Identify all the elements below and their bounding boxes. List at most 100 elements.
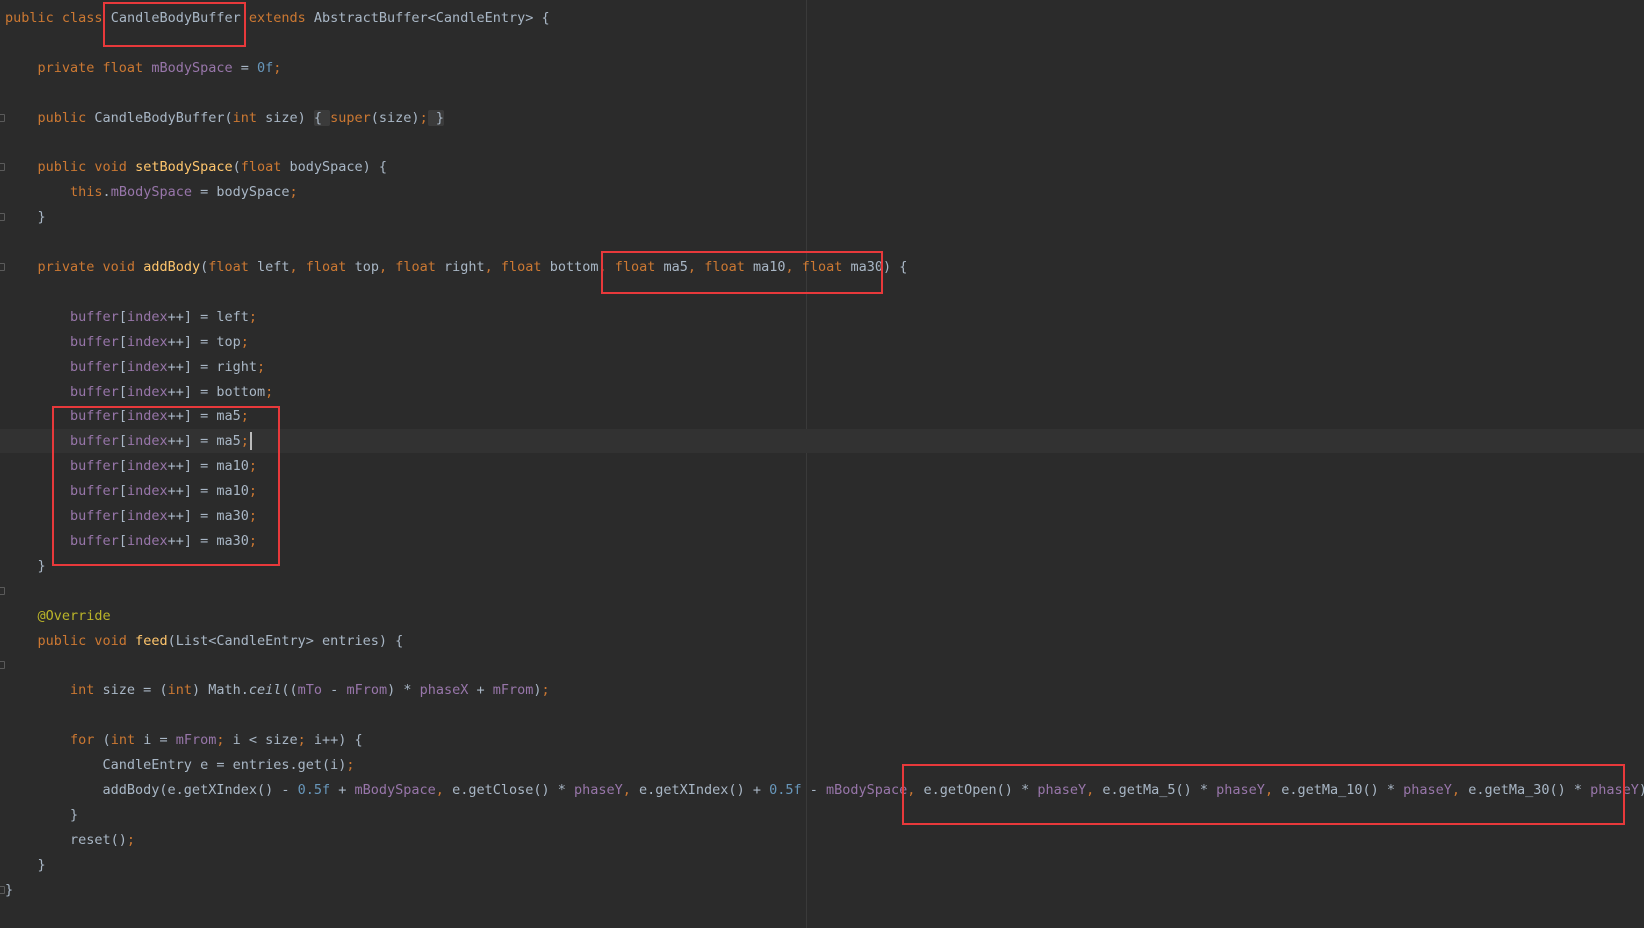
code-line[interactable]: buffer[index++] = bottom; — [0, 380, 1644, 404]
code-token: index — [126, 384, 168, 400]
code-token: ma5 — [663, 259, 688, 275]
code-token: index — [126, 334, 168, 350]
code-token: , — [598, 259, 615, 275]
code-token: @Override — [37, 608, 111, 624]
code-text: private void addBody(float left, float t… — [5, 255, 908, 279]
code-text: private float mBodySpace = 0f; — [5, 56, 282, 80]
code-token: ; — [289, 184, 298, 200]
code-token: [ — [118, 533, 127, 549]
code-line[interactable]: @Override — [0, 604, 1644, 628]
code-token: buffer — [70, 334, 119, 350]
code-token: buffer — [70, 483, 119, 499]
code-line[interactable]: buffer[index++] = ma10; — [0, 454, 1644, 478]
code-line[interactable] — [0, 653, 1644, 677]
code-token: , — [435, 782, 453, 798]
code-token: index — [126, 408, 168, 424]
code-line[interactable]: private void addBody(float left, float t… — [0, 255, 1644, 279]
code-line[interactable]: buffer[index++] = right; — [0, 355, 1644, 379]
code-token: ( — [102, 732, 111, 748]
code-line[interactable] — [0, 703, 1644, 727]
code-token: [ — [118, 458, 127, 474]
code-line[interactable] — [0, 579, 1644, 603]
code-line[interactable]: public class CandleBodyBuffer extends Ab… — [0, 6, 1644, 30]
code-token: ; — [248, 533, 258, 549]
code-token: ma30) { — [850, 259, 908, 275]
code-line[interactable]: buffer[index++] = ma5; — [0, 404, 1644, 428]
code-line[interactable]: int size = (int) Math.ceil((mTo - mFrom)… — [0, 678, 1644, 702]
code-token: buffer — [70, 508, 119, 524]
code-token: ++] = ma5 — [167, 408, 241, 424]
text-caret — [249, 432, 252, 450]
code-line[interactable] — [0, 31, 1644, 55]
code-line[interactable]: private float mBodySpace = 0f; — [0, 56, 1644, 80]
code-token: (( — [281, 682, 298, 698]
code-token: i = — [143, 732, 176, 748]
code-line[interactable]: this.mBodySpace = bodySpace; — [0, 180, 1644, 204]
code-line[interactable] — [0, 280, 1644, 304]
code-line[interactable] — [0, 230, 1644, 254]
code-text: this.mBodySpace = bodySpace; — [5, 180, 298, 204]
code-token: mBodySpace — [151, 60, 233, 76]
code-token: private — [37, 60, 103, 76]
code-token: mFrom — [175, 732, 217, 748]
code-token: } — [5, 857, 46, 873]
code-token: } — [5, 209, 46, 225]
code-text: addBody(e.getXIndex() - 0.5f + mBodySpac… — [5, 778, 1644, 802]
code-line[interactable]: buffer[index++] = top; — [0, 330, 1644, 354]
code-editor[interactable]: public class CandleBodyBuffer extends Ab… — [0, 0, 1644, 928]
code-token: ; — [216, 732, 233, 748]
code-line[interactable]: buffer[index++] = ma30; — [0, 504, 1644, 528]
code-token: index — [126, 359, 168, 375]
code-line[interactable]: buffer[index++] = ma30; — [0, 529, 1644, 553]
code-token: public — [37, 110, 95, 126]
code-token: ( — [200, 259, 209, 275]
code-line[interactable]: } — [0, 554, 1644, 578]
code-token: addBody — [143, 259, 201, 275]
code-line[interactable]: } — [0, 803, 1644, 827]
code-token: phaseX — [419, 682, 469, 698]
fold-marker-icon[interactable] — [0, 587, 5, 595]
code-line[interactable]: reset(); — [0, 828, 1644, 852]
code-token: } — [5, 882, 14, 898]
code-token: ma10 — [752, 259, 786, 275]
code-token: phaseY — [1590, 782, 1639, 798]
code-token: ++] = ma10 — [167, 483, 249, 499]
code-token: index — [126, 433, 168, 449]
code-line[interactable]: CandleEntry e = entries.get(i); — [0, 753, 1644, 777]
code-line[interactable]: buffer[index++] = ma10; — [0, 479, 1644, 503]
code-token: public — [37, 633, 95, 649]
code-token: ; — [541, 682, 550, 698]
code-text: public class CandleBodyBuffer extends Ab… — [5, 6, 550, 30]
code-line[interactable]: } — [0, 878, 1644, 902]
code-text: } — [5, 205, 46, 229]
code-token: super — [330, 110, 371, 126]
code-token: i++) { — [313, 732, 363, 748]
code-line[interactable]: buffer[index++] = left; — [0, 305, 1644, 329]
code-line[interactable] — [0, 131, 1644, 155]
code-line[interactable]: } — [0, 205, 1644, 229]
code-token: e.getMa_30() * — [1468, 782, 1591, 798]
code-token: buffer — [70, 384, 119, 400]
code-token: , — [1264, 782, 1282, 798]
code-line[interactable]: addBody(e.getXIndex() - 0.5f + mBodySpac… — [0, 778, 1644, 802]
code-token: mBodySpace — [354, 782, 436, 798]
code-line[interactable]: public void setBodySpace(float bodySpace… — [0, 155, 1644, 179]
code-line[interactable] — [0, 81, 1644, 105]
code-token: float — [395, 259, 445, 275]
code-token: float — [500, 259, 550, 275]
fold-marker-icon[interactable] — [0, 661, 5, 669]
code-line[interactable]: } — [0, 853, 1644, 877]
code-token: = bodySpace — [191, 184, 290, 200]
code-text: buffer[index++] = ma10; — [5, 454, 257, 478]
code-token: ; — [240, 433, 249, 449]
code-text: reset(); — [5, 828, 135, 852]
code-token: ++] = left — [167, 309, 249, 325]
code-line[interactable]: for (int i = mFrom; i < size; i++) { — [0, 728, 1644, 752]
code-line[interactable]: public void feed(List<CandleEntry> entri… — [0, 629, 1644, 653]
code-token: , — [687, 259, 705, 275]
code-line[interactable]: buffer[index++] = ma5; — [0, 429, 1644, 453]
code-line[interactable]: public CandleBodyBuffer(int size) { supe… — [0, 106, 1644, 130]
